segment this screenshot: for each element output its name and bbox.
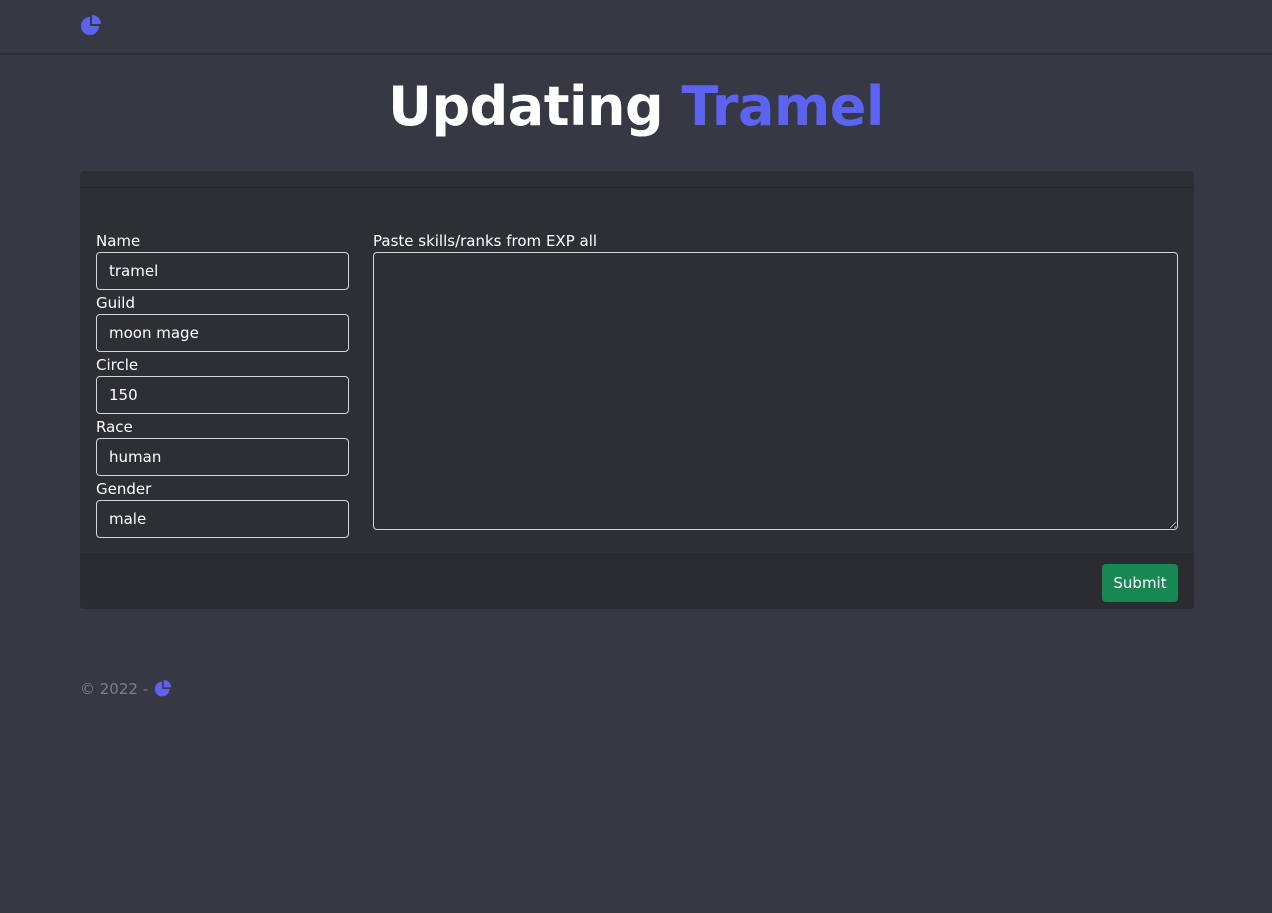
pie-chart-icon[interactable]	[80, 15, 102, 37]
page-footer: © 2022 -	[80, 679, 172, 699]
title-prefix: Updating	[388, 75, 664, 138]
pie-chart-icon[interactable]	[154, 680, 172, 698]
circle-label: Circle	[96, 356, 139, 374]
submit-button[interactable]: Submit	[1102, 564, 1178, 602]
gender-label: Gender	[96, 480, 152, 498]
guild-label: Guild	[96, 294, 135, 312]
card-footer: Submit	[80, 554, 1194, 609]
card-header-divider	[80, 187, 1194, 188]
update-form-card: Name Guild Circle Race Gender Paste skil…	[80, 171, 1194, 609]
race-label: Race	[96, 418, 133, 436]
paste-skills-label: Paste skills/ranks from EXP all	[373, 232, 598, 250]
guild-input[interactable]	[96, 314, 349, 352]
character-name: Tramel	[681, 75, 884, 138]
copyright-text: © 2022 -	[80, 680, 149, 698]
page-title: Updating Tramel	[0, 74, 1272, 140]
name-input[interactable]	[96, 252, 349, 290]
top-navbar	[0, 0, 1272, 54]
race-input[interactable]	[96, 438, 349, 476]
paste-skills-textarea[interactable]	[373, 252, 1178, 530]
gender-input[interactable]	[96, 500, 349, 538]
name-label: Name	[96, 232, 141, 250]
circle-input[interactable]	[96, 376, 349, 414]
